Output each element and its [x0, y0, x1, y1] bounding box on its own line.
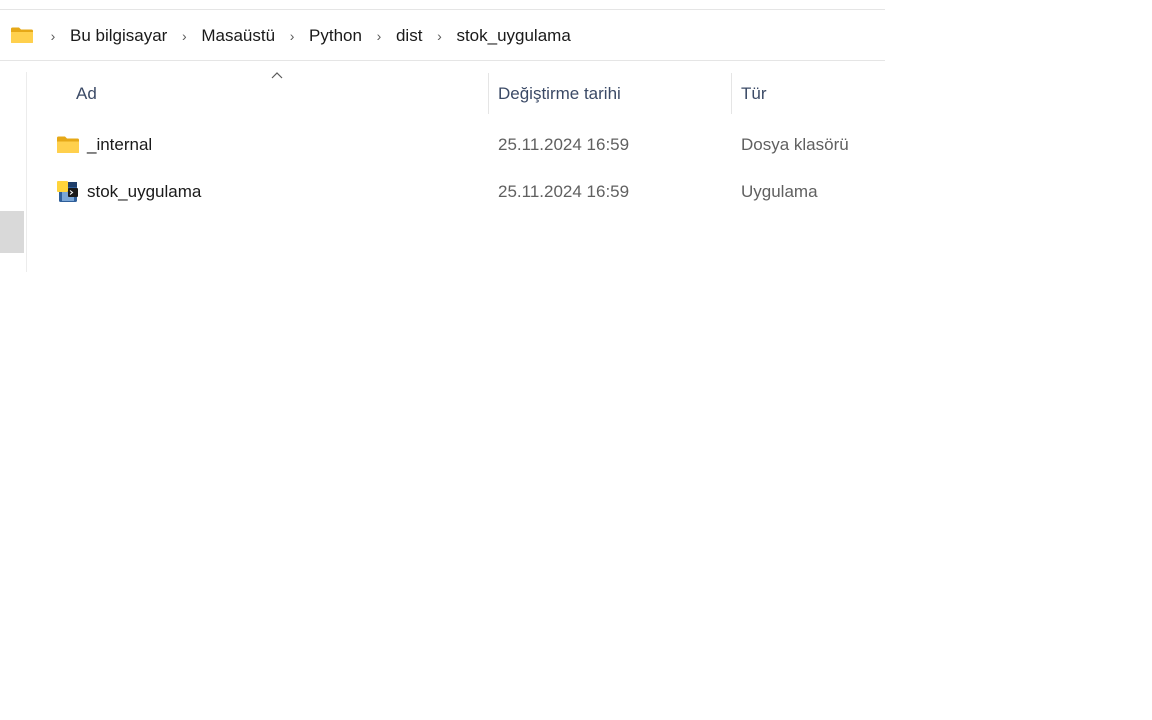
column-divider[interactable] [731, 73, 732, 114]
breadcrumb: › Bu bilgisayar › Masaüstü › Python › di… [40, 10, 575, 61]
column-header-type[interactable]: Tür [741, 72, 881, 116]
breadcrumb-item-dist[interactable]: dist [392, 26, 426, 46]
chevron-right-icon[interactable]: › [42, 28, 64, 44]
folder-icon [11, 27, 33, 43]
chevron-right-icon[interactable]: › [428, 28, 450, 44]
file-explorer-window: › Bu bilgisayar › Masaüstü › Python › di… [0, 0, 885, 272]
column-header-modified[interactable]: Değiştirme tarihi [498, 72, 728, 116]
column-header-name-label: Ad [76, 84, 97, 103]
file-name-cell: _internal [56, 123, 152, 167]
file-modified-date: 25.11.2024 16:59 [498, 182, 630, 201]
file-name: stok_uygulama [87, 182, 202, 201]
chevron-right-icon[interactable]: › [281, 28, 303, 44]
breadcrumb-item-this-pc[interactable]: Bu bilgisayar [66, 26, 171, 46]
breadcrumb-item-desktop[interactable]: Masaüstü [197, 26, 279, 46]
file-type: Dosya klasörü [741, 135, 849, 154]
file-row[interactable]: stok_uygulama 25.11.2024 16:59 Uygulama [50, 170, 885, 214]
chevron-right-icon[interactable]: › [368, 28, 390, 44]
file-modified-date: 25.11.2024 16:59 [498, 135, 630, 154]
column-header-modified-label: Değiştirme tarihi [498, 84, 621, 103]
column-header-name[interactable]: Ad [76, 72, 486, 116]
breadcrumb-item-current[interactable]: stok_uygulama [452, 26, 574, 46]
breadcrumb-item-python[interactable]: Python [305, 26, 366, 46]
chevron-right-icon[interactable]: › [173, 28, 195, 44]
file-name: _internal [87, 135, 153, 154]
address-bar[interactable]: › Bu bilgisayar › Masaüstü › Python › di… [0, 10, 885, 61]
file-row[interactable]: _internal 25.11.2024 16:59 Dosya klasörü [50, 123, 885, 167]
folder-icon [57, 136, 79, 153]
file-name-cell: stok_uygulama [56, 170, 201, 214]
python-app-icon [57, 181, 78, 202]
navigation-pane-divider [26, 72, 27, 272]
column-header-type-label: Tür [741, 84, 767, 103]
column-divider[interactable] [488, 73, 489, 114]
navigation-pane-scrollbar[interactable] [0, 211, 24, 253]
file-type: Uygulama [741, 182, 818, 201]
